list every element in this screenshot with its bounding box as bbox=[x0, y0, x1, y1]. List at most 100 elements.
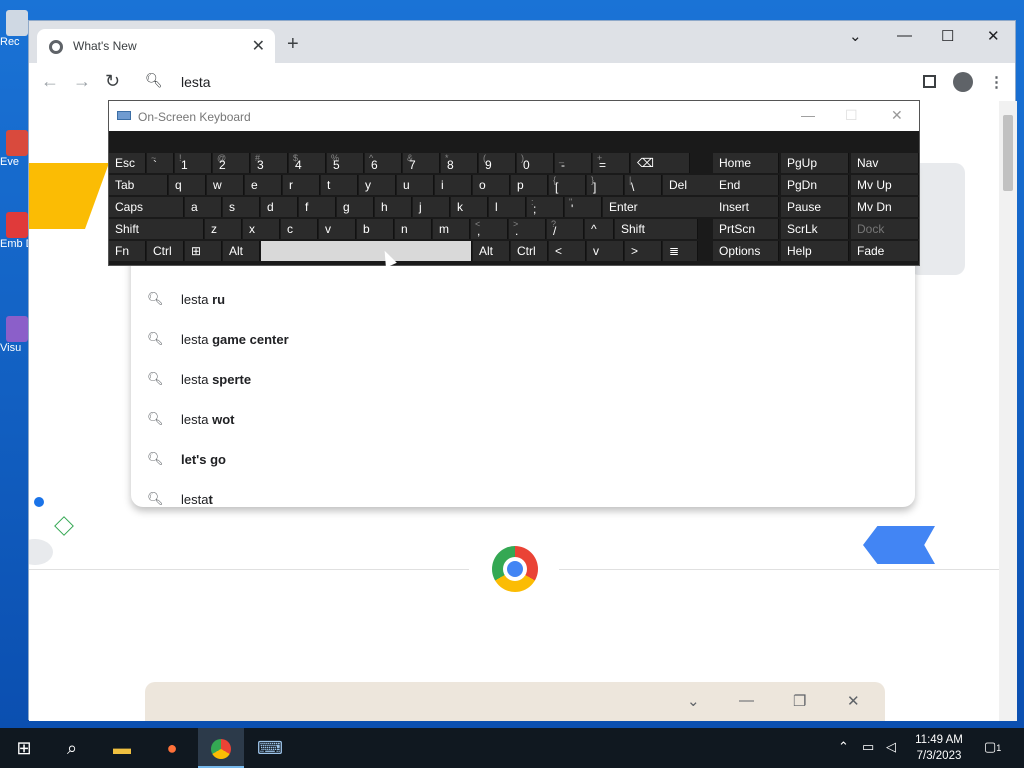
osk-key[interactable]: f bbox=[299, 197, 336, 217]
osk-key[interactable]: < bbox=[549, 241, 586, 261]
osk-key[interactable]: q bbox=[169, 175, 206, 195]
osk-key[interactable]: % 5 bbox=[327, 153, 364, 173]
maximize-button[interactable]: ☐ bbox=[941, 27, 954, 45]
osk-key[interactable]: u bbox=[397, 175, 434, 195]
osk-nav-key[interactable]: Options bbox=[713, 241, 779, 261]
tab-whats-new[interactable]: What's New ✕ bbox=[37, 29, 275, 63]
desktop-icon-recycle-bin[interactable]: Rec bbox=[0, 10, 30, 48]
suggestion-item[interactable]: 🔍︎ lesta ru bbox=[131, 279, 915, 319]
osk-key[interactable]: (9 bbox=[479, 153, 516, 173]
back-icon[interactable]: ← bbox=[41, 71, 59, 92]
osk-key[interactable]: #3 bbox=[251, 153, 288, 173]
osk-key[interactable]: Fn bbox=[109, 241, 146, 261]
suggestion-item[interactable]: 🔍︎ let's go bbox=[131, 439, 915, 479]
osk-key[interactable]: ! 1 bbox=[175, 153, 212, 173]
close-button[interactable]: ✕ bbox=[891, 107, 903, 124]
desktop-icon-embarcadero[interactable]: Emb De bbox=[0, 212, 30, 250]
osk-key[interactable]: n bbox=[395, 219, 432, 239]
osk-key[interactable]: b bbox=[357, 219, 394, 239]
osk-key[interactable]: ) 0 bbox=[517, 153, 554, 173]
firefox-icon[interactable]: ● bbox=[158, 734, 186, 762]
osk-key[interactable]: Enter bbox=[603, 197, 714, 217]
osk-key[interactable]: Shift bbox=[615, 219, 698, 239]
osk-key[interactable]: ⊞ bbox=[185, 241, 222, 261]
minimize-button[interactable]: — bbox=[897, 27, 912, 44]
osk-key[interactable]: r bbox=[283, 175, 320, 195]
osk-key[interactable]: z bbox=[205, 219, 242, 239]
osk-key[interactable]: {[ bbox=[549, 175, 586, 195]
osk-key[interactable]: Alt bbox=[473, 241, 510, 261]
osk-key[interactable]: & 7 bbox=[403, 153, 440, 173]
osk-key[interactable]: i bbox=[435, 175, 472, 195]
scrollbar-thumb[interactable] bbox=[1003, 115, 1013, 191]
windows-icon[interactable]: ⊞ bbox=[10, 734, 38, 762]
tab-close-icon[interactable]: ✕ bbox=[252, 36, 265, 56]
osk-key[interactable]: g bbox=[337, 197, 374, 217]
osk-key[interactable]: Ctrl bbox=[511, 241, 548, 261]
osk-key[interactable]: >. bbox=[509, 219, 546, 239]
omnibox-query[interactable]: lesta bbox=[181, 74, 211, 90]
osk-key[interactable]: > bbox=[625, 241, 662, 261]
suggestion-item[interactable]: 🔍︎ lesta game center bbox=[131, 319, 915, 359]
system-clock[interactable]: 11:49 AM 7/3/2023 bbox=[906, 732, 972, 764]
network-icon[interactable]: ▭ bbox=[862, 739, 874, 755]
chevron-up-icon[interactable]: ⌃ bbox=[838, 739, 849, 755]
sidepanel-icon[interactable] bbox=[923, 75, 936, 88]
desktop-icon-event[interactable]: Eve bbox=[0, 130, 30, 168]
reload-icon[interactable]: ↻ bbox=[105, 71, 120, 92]
minimize-icon[interactable]: — bbox=[739, 692, 754, 709]
osk-key[interactable]: h bbox=[375, 197, 412, 217]
osk-nav-key[interactable]: PrtScn bbox=[713, 219, 779, 239]
osk-key[interactable]: s bbox=[223, 197, 260, 217]
osk-nav-key[interactable]: PgDn bbox=[781, 175, 849, 195]
osk-key[interactable]: x bbox=[243, 219, 280, 239]
osk-nav-key[interactable]: Mv Up bbox=[851, 175, 919, 195]
osk-nav-key[interactable]: PgUp bbox=[781, 153, 849, 173]
notification-icon[interactable]: ▢1 bbox=[984, 739, 1001, 755]
osk-nav-key[interactable]: Home bbox=[713, 153, 779, 173]
osk-nav-key[interactable]: Nav bbox=[851, 153, 919, 173]
osk-key[interactable]: ⌫ bbox=[631, 153, 690, 173]
osk-key[interactable]: + = bbox=[593, 153, 630, 173]
osk-key[interactable]: y bbox=[359, 175, 396, 195]
osk-key[interactable]: _ - bbox=[555, 153, 592, 173]
suggestion-item[interactable]: 🔍︎ lesta sperte bbox=[131, 359, 915, 399]
osk-key[interactable]: ~ ` bbox=[147, 153, 174, 173]
osk-key[interactable]: p bbox=[511, 175, 548, 195]
osk-key[interactable]: t bbox=[321, 175, 358, 195]
search-icon[interactable]: ⌕ bbox=[58, 734, 86, 762]
osk-key[interactable]: e bbox=[245, 175, 282, 195]
osk-key[interactable]: v bbox=[587, 241, 624, 261]
suggestion-item[interactable]: 🔍︎ lestat bbox=[131, 479, 915, 519]
scrollbar[interactable] bbox=[999, 101, 1017, 721]
osk-key[interactable]: Alt bbox=[223, 241, 260, 261]
osk-key[interactable]: w bbox=[207, 175, 244, 195]
osk-key[interactable]: :; bbox=[527, 197, 564, 217]
osk-key[interactable]: a bbox=[185, 197, 222, 217]
osk-key[interactable]: Tab bbox=[109, 175, 168, 195]
tab-search-icon[interactable]: ⌄ bbox=[849, 27, 862, 45]
osk-key[interactable]: | \ bbox=[625, 175, 662, 195]
osk-nav-key[interactable]: End bbox=[713, 175, 779, 195]
osk-key[interactable]: c bbox=[281, 219, 318, 239]
osk-key[interactable]: Ctrl bbox=[147, 241, 184, 261]
osk-key[interactable]: m bbox=[433, 219, 470, 239]
osk-key[interactable]: <, bbox=[471, 219, 508, 239]
osk-key[interactable]: " ' bbox=[565, 197, 602, 217]
on-screen-keyboard-icon[interactable]: ⌨ bbox=[256, 734, 284, 762]
osk-nav-key[interactable]: Insert bbox=[713, 197, 779, 217]
suggestion-item[interactable]: 🔍︎ lesta wot bbox=[131, 399, 915, 439]
osk-nav-key[interactable]: ScrLk bbox=[781, 219, 849, 239]
osk-key[interactable]: ≣ bbox=[663, 241, 698, 261]
osk-key[interactable]: ^ 6 bbox=[365, 153, 402, 173]
forward-icon[interactable]: → bbox=[73, 71, 91, 92]
osk-key[interactable]: Caps bbox=[109, 197, 184, 217]
restore-icon[interactable]: ❐ bbox=[793, 692, 806, 710]
profile-icon[interactable] bbox=[953, 72, 973, 92]
osk-key[interactable]: v bbox=[319, 219, 356, 239]
osk-key[interactable]: $4 bbox=[289, 153, 326, 173]
osk-nav-key[interactable]: Help bbox=[781, 241, 849, 261]
osk-key[interactable]: ^ bbox=[585, 219, 614, 239]
osk-key[interactable]: Shift bbox=[109, 219, 204, 239]
new-tab-button[interactable]: + bbox=[287, 34, 299, 54]
